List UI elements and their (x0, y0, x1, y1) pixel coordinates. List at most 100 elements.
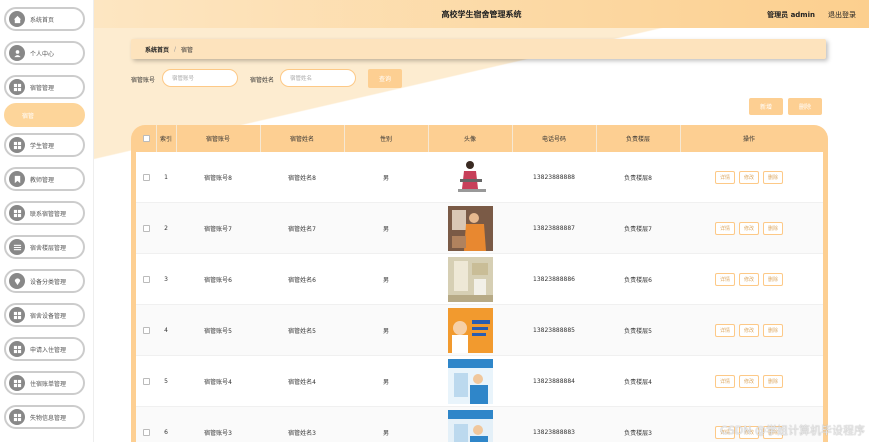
list-icon (9, 239, 25, 255)
sidebar-item-label: 宿管 (22, 112, 35, 120)
cell-index: 2 (164, 225, 168, 232)
sidebar-item-label: 宿舍楼层管理 (30, 244, 67, 252)
table-row: 5 宿管账号4 宿管姓名4 男 13823888884 负责楼层4 详情 修改 删除 (136, 356, 823, 407)
cell-account: 宿管账号5 (204, 328, 232, 335)
cell-gender: 男 (382, 328, 389, 335)
column-divider (512, 125, 513, 152)
table-row: 4 宿管账号5 宿管姓名5 男 13823888885 负责楼层5 详情 修改 删除 (136, 305, 823, 356)
row-checkbox[interactable] (142, 378, 150, 385)
column-header[interactable]: 宿管账号 (176, 125, 260, 152)
avatar (428, 407, 512, 442)
sidebar-item-3[interactable]: 宿管 (4, 103, 85, 127)
edit-button[interactable]: 修改 (738, 171, 759, 184)
action-group: 详情 修改 删除 (714, 171, 784, 184)
pin-icon (9, 273, 25, 289)
top-bar: 高校学生宿舍管理系统 管理员 admin 退出登录 (94, 0, 869, 28)
delete-button[interactable]: 删除 (763, 273, 784, 286)
delete-button[interactable]: 删除 (763, 324, 784, 337)
sidebar-item-7[interactable]: 宿舍楼层管理 (4, 235, 85, 259)
detail-button[interactable]: 详情 (714, 273, 735, 286)
sidebar-item-9[interactable]: 宿舍设备管理 (4, 303, 85, 327)
cell-gender: 男 (382, 175, 389, 182)
row-checkbox[interactable] (142, 327, 150, 334)
edit-button[interactable]: 修改 (738, 375, 759, 388)
column-header[interactable]: 负责楼层 (596, 125, 680, 152)
avatar (428, 356, 512, 407)
cell-phone: 13823888883 (533, 429, 575, 436)
batch-delete-button[interactable]: 删除 (788, 98, 822, 115)
home-icon (9, 11, 25, 27)
table-header: 索引 宿管账号 宿管姓名 性别 头像 电话号码 负责楼层 操作 (131, 125, 828, 152)
column-divider (680, 125, 681, 152)
account-search-input[interactable]: 宿管账号 (162, 69, 238, 87)
sidebar-item-10[interactable]: 申请入住管理 (4, 337, 85, 361)
sidebar-item-1[interactable]: 个人中心 (4, 41, 85, 65)
cell-name: 宿管姓名3 (288, 430, 316, 437)
detail-button[interactable]: 详情 (714, 324, 735, 337)
sidebar-item-0[interactable]: 系统首页 (4, 7, 85, 31)
edit-button[interactable]: 修改 (738, 324, 759, 337)
row-checkbox[interactable] (142, 174, 150, 181)
select-all-checkbox-cell (136, 125, 156, 152)
delete-button[interactable]: 删除 (763, 222, 784, 235)
grid-icon (9, 137, 25, 153)
sidebar-item-6[interactable]: 联系宿管管理 (4, 201, 85, 225)
sidebar-item-2[interactable]: 宿管管理 (4, 75, 85, 99)
column-header[interactable]: 头像 (428, 125, 512, 152)
delete-button[interactable]: 删除 (763, 171, 784, 184)
delete-button[interactable]: 删除 (763, 375, 784, 388)
query-button[interactable]: 查询 (368, 69, 402, 88)
column-divider (596, 125, 597, 152)
row-checkbox-cell (136, 407, 156, 442)
sidebar-item-label: 申请入住管理 (30, 346, 67, 354)
column-header[interactable]: 宿管姓名 (260, 125, 344, 152)
row-checkbox[interactable] (142, 225, 150, 232)
breadcrumb-current: 宿管 (181, 46, 194, 54)
cell-account: 宿管账号6 (204, 277, 232, 284)
cell-phone: 13823888887 (533, 225, 575, 232)
row-checkbox[interactable] (142, 276, 150, 283)
column-header[interactable]: 性别 (344, 125, 428, 152)
grid-icon (9, 375, 25, 391)
watermark: CSDN @学姐计算机毕设程序 (720, 424, 865, 437)
row-checkbox[interactable] (142, 429, 150, 436)
edit-button[interactable]: 修改 (738, 222, 759, 235)
detail-button[interactable]: 详情 (714, 222, 735, 235)
sidebar-item-5[interactable]: 教师管理 (4, 167, 85, 191)
row-actions: 详情 修改 删除 (680, 254, 818, 305)
detail-button[interactable]: 详情 (714, 171, 735, 184)
column-divider (428, 125, 429, 152)
column-header[interactable]: 索引 (156, 125, 176, 152)
cell-account: 宿管账号8 (204, 175, 232, 182)
sidebar-item-12[interactable]: 失物信息管理 (4, 405, 85, 429)
logout-link[interactable]: 退出登录 (828, 10, 856, 20)
table-row: 2 宿管账号7 宿管姓名7 男 13823888887 负责楼层7 详情 修改 删除 (136, 203, 823, 254)
column-header[interactable]: 操作 (680, 125, 818, 152)
detail-button[interactable]: 详情 (714, 375, 735, 388)
edit-button[interactable]: 修改 (738, 273, 759, 286)
cell-gender: 男 (382, 277, 389, 284)
sidebar: 系统首页个人中心宿管管理宿管学生管理教师管理联系宿管管理 宿舍楼层管理 设备分类管理… (0, 0, 94, 442)
sidebar-item-label: 失物信息管理 (30, 414, 67, 422)
sidebar-item-4[interactable]: 学生管理 (4, 133, 85, 157)
grid-icon (9, 341, 25, 357)
cell-gender: 男 (382, 226, 389, 233)
grid-icon (9, 205, 25, 221)
cell-index: 3 (164, 276, 168, 283)
data-table: 索引 宿管账号 宿管姓名 性别 头像 电话号码 负责楼层 操作 1 宿管账号8 宿管姓名8 男 138… (131, 125, 828, 442)
name-search-input[interactable]: 宿管姓名 (280, 69, 356, 87)
sidebar-item-label: 设备分类管理 (30, 278, 67, 286)
main-content: 系统首页 / 宿管 宿管账号 宿管账号 宿管姓名 宿管姓名 查询 新增 删除 索… (94, 28, 869, 442)
breadcrumb-home[interactable]: 系统首页 (145, 45, 169, 54)
cell-account: 宿管账号4 (204, 379, 232, 386)
sidebar-item-11[interactable]: 住宿账单管理 (4, 371, 85, 395)
column-header[interactable]: 电话号码 (512, 125, 596, 152)
row-actions: 详情 修改 删除 (680, 203, 818, 254)
cell-floor: 负责楼层8 (624, 175, 652, 182)
row-actions: 详情 修改 删除 (680, 152, 818, 203)
sidebar-item-8[interactable]: 设备分类管理 (4, 269, 85, 293)
select-all-checkbox[interactable] (142, 135, 150, 142)
avatar (428, 254, 512, 305)
sidebar-item-label: 联系宿管管理 (30, 210, 67, 218)
add-button[interactable]: 新增 (749, 98, 783, 115)
